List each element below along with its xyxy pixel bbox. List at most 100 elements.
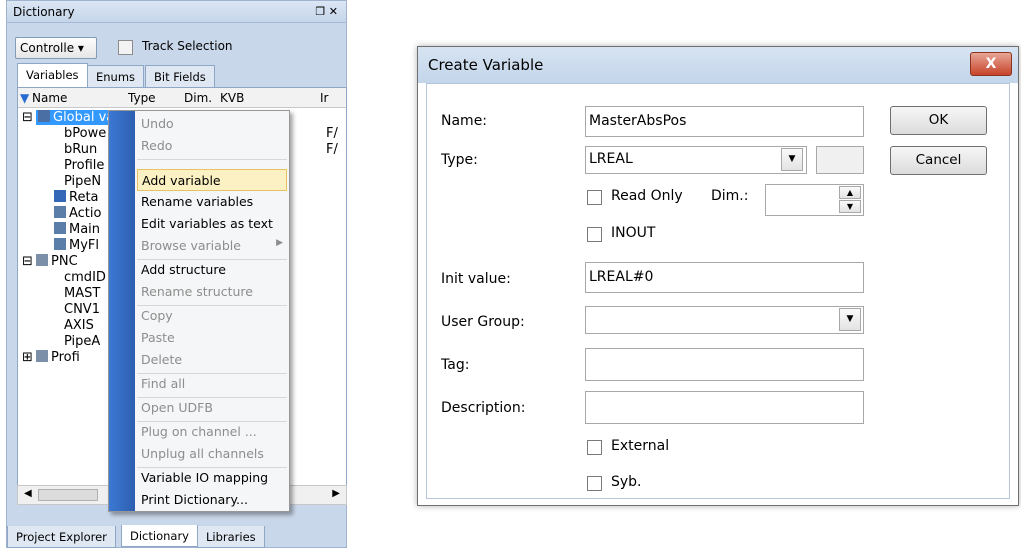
user-group-select[interactable] (585, 306, 864, 334)
dictionary-title: Dictionary (13, 5, 75, 19)
menu-stripe (109, 111, 135, 511)
menu-item-plug-on-channel[interactable]: Plug on channel ... (137, 421, 287, 443)
menu-item-redo[interactable]: Redo (137, 135, 287, 157)
track-selection-checkbox[interactable] (118, 40, 133, 55)
context-menu: Undo Redo Add variable Rename variables … (108, 110, 290, 512)
cancel-button[interactable]: Cancel (890, 146, 987, 175)
col-type[interactable]: Type (128, 91, 156, 105)
tag-input[interactable] (585, 348, 864, 381)
tree-row-pnc[interactable]: PNC (36, 254, 78, 269)
menu-item-variable-io-mapping[interactable]: Variable IO mapping (137, 467, 287, 489)
structure-icon (36, 350, 48, 362)
tab-bit-fields[interactable]: Bit Fields (145, 65, 215, 87)
tree-row[interactable]: AXIS (64, 318, 94, 333)
col-dim[interactable]: Dim. (184, 91, 212, 105)
tree-row[interactable]: Profile (64, 158, 104, 173)
expand-icon[interactable]: ⊟ (22, 110, 33, 125)
scroll-right-icon[interactable]: ▶ (332, 488, 340, 499)
col-name[interactable]: Name (32, 91, 67, 105)
tree-row-retain[interactable]: Reta (54, 190, 99, 205)
menu-item-unplug-channels[interactable]: Unplug all channels (137, 443, 287, 465)
tag-label: Tag: (441, 357, 470, 373)
type-extra-field (816, 146, 864, 174)
menu-item-print-dictionary[interactable]: Print Dictionary... (137, 489, 287, 511)
description-label: Description: (441, 400, 526, 416)
init-value-label: Init value: (441, 271, 511, 287)
submenu-arrow-icon: ▶ (276, 238, 283, 248)
tab-project-explorer[interactable]: Project Explorer (7, 526, 116, 548)
menu-separator (137, 159, 287, 160)
type-dropdown-arrow-icon[interactable]: ▼ (781, 148, 803, 171)
type-label: Type: (441, 152, 478, 168)
menu-item-copy[interactable]: Copy (137, 305, 287, 327)
dim-up-icon[interactable]: ▲ (839, 186, 861, 199)
pin-close-icon[interactable]: ❐ ✕ (315, 5, 338, 18)
type-cell: F/ (326, 142, 338, 157)
name-label: Name: (441, 113, 488, 129)
read-only-checkbox[interactable] (587, 190, 602, 205)
tab-enums[interactable]: Enums (87, 65, 145, 87)
col-ir[interactable]: Ir (320, 91, 328, 105)
save-icon (54, 190, 66, 202)
program-icon (54, 238, 66, 250)
tree-row[interactable]: PipeA (64, 334, 100, 349)
inout-checkbox[interactable] (587, 227, 602, 242)
tree-row[interactable]: bRun (64, 142, 97, 157)
menu-item-delete[interactable]: Delete (137, 349, 287, 371)
tab-variables[interactable]: Variables (17, 63, 88, 87)
menu-item-find-all[interactable]: Find all (137, 373, 287, 395)
dialog-title-bar: Create Variable X (418, 47, 1018, 83)
structure-icon (36, 254, 48, 266)
scroll-left-icon[interactable]: ◀ (24, 488, 32, 499)
name-input[interactable]: MasterAbsPos (585, 106, 864, 137)
folder-icon (38, 110, 50, 122)
tree-row[interactable]: bPowe (64, 126, 106, 141)
menu-item-rename-variables[interactable]: Rename variables (137, 191, 287, 213)
syb-label: Syb. (611, 474, 642, 490)
tree-row[interactable]: cmdID (64, 270, 106, 285)
track-selection-label: Track Selection (142, 39, 233, 53)
dim-label: Dim.: (711, 188, 749, 204)
dictionary-title-bar: Dictionary ❐ ✕ (7, 1, 346, 23)
menu-item-add-variable[interactable]: Add variable (137, 169, 287, 191)
description-input[interactable] (585, 391, 864, 424)
expand-icon[interactable]: ⊟ (22, 254, 33, 269)
expand-icon[interactable]: ⊞ (22, 350, 33, 365)
tree-row[interactable]: CNV1 (64, 302, 100, 317)
tree-row[interactable]: PipeN (64, 174, 101, 189)
type-select[interactable]: LREAL (585, 146, 807, 174)
menu-item-undo[interactable]: Undo (137, 113, 287, 135)
menu-item-open-udfb[interactable]: Open UDFB (137, 397, 287, 419)
tree-row-action[interactable]: Actio (54, 206, 101, 221)
user-group-dropdown-arrow-icon[interactable]: ▼ (839, 308, 861, 331)
create-variable-dialog: Create Variable X Name: MasterAbsPos Typ… (417, 46, 1019, 506)
tree-row-main[interactable]: Main (54, 222, 100, 237)
menu-item-edit-as-text[interactable]: Edit variables as text (137, 213, 287, 235)
inout-label: INOUT (611, 225, 656, 241)
menu-item-paste[interactable]: Paste (137, 327, 287, 349)
tree-row-myf[interactable]: MyFl (54, 238, 99, 253)
syb-checkbox[interactable] (587, 476, 602, 491)
menu-item-rename-structure[interactable]: Rename structure (137, 281, 287, 303)
dim-down-icon[interactable]: ▼ (839, 200, 861, 213)
tree-header: ▼ Name Type Dim. KVB Ir (18, 88, 346, 108)
init-value-input[interactable]: LREAL#0 (585, 262, 864, 293)
tree-row[interactable]: MAST (64, 286, 100, 301)
controller-combo[interactable]: Controlle ▾ (15, 37, 97, 59)
close-button[interactable]: X (970, 52, 1012, 76)
tab-dictionary[interactable]: Dictionary (121, 525, 198, 547)
scroll-thumb[interactable] (38, 489, 98, 501)
read-only-label: Read Only (611, 188, 683, 204)
program-icon (54, 206, 66, 218)
tab-libraries[interactable]: Libraries (197, 526, 265, 548)
menu-item-add-structure[interactable]: Add structure (137, 259, 287, 281)
col-kvb[interactable]: KVB (220, 91, 244, 105)
external-checkbox[interactable] (587, 440, 602, 455)
ok-button[interactable]: OK (890, 106, 987, 135)
menu-item-browse-variable[interactable]: Browse variable ▶ (137, 235, 287, 257)
external-label: External (611, 438, 670, 454)
type-cell: F/ (326, 126, 338, 141)
user-group-label: User Group: (441, 314, 525, 330)
tree-row-profi[interactable]: Profi (36, 350, 80, 365)
filter-icon[interactable]: ▼ (20, 91, 29, 105)
